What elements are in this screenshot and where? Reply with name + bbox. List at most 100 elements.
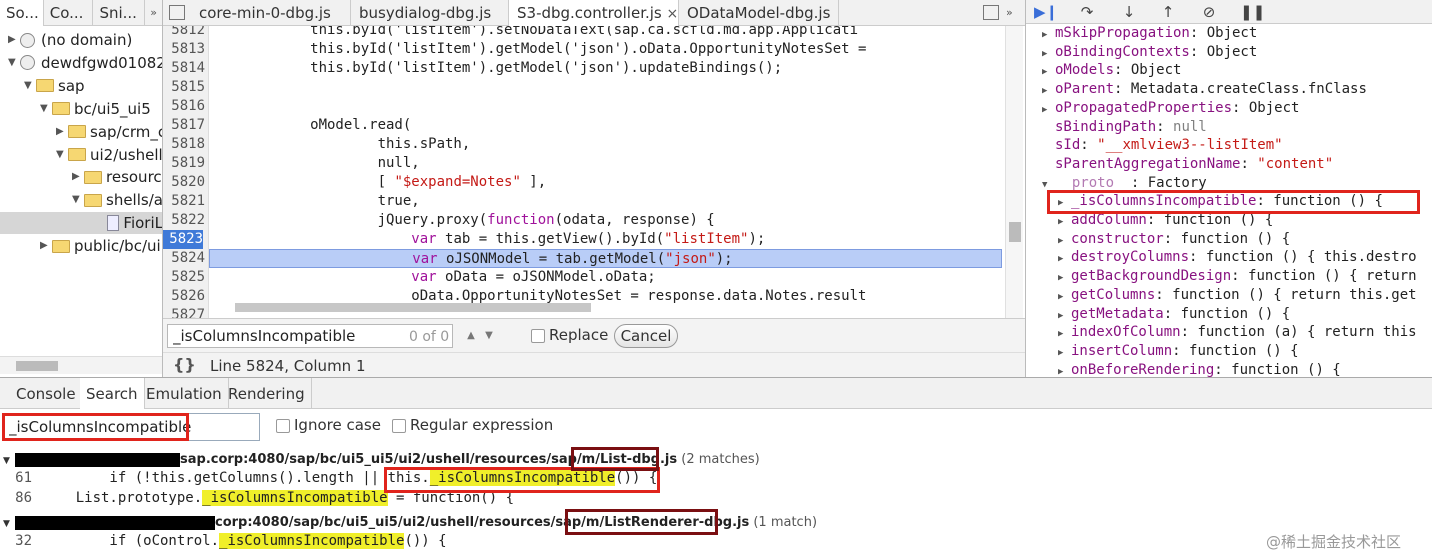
line-number[interactable]: 5823 bbox=[163, 230, 203, 249]
tab-snippets[interactable]: Sni... bbox=[93, 0, 146, 26]
collapsed-arrow-icon[interactable]: ▶ bbox=[8, 29, 20, 51]
line-number[interactable]: 5813 bbox=[163, 40, 205, 59]
line-number[interactable]: 5824 bbox=[163, 249, 205, 268]
tab-sources[interactable]: So... bbox=[0, 0, 44, 26]
result-filename[interactable]: ListRenderer-dbg.js bbox=[604, 515, 749, 530]
tab-busydialog[interactable]: busydialog-dbg.js bbox=[351, 0, 509, 26]
property-row[interactable]: ▶ getBackgroundDesign: function () { retu… bbox=[1058, 267, 1417, 286]
line-number[interactable]: 5825 bbox=[163, 268, 205, 287]
tab-console[interactable]: Console bbox=[10, 378, 83, 410]
line-number[interactable]: 5818 bbox=[163, 135, 205, 154]
property-row[interactable]: ▶ indexOfColumn: function (a) { return th… bbox=[1058, 323, 1417, 342]
scrollbar-thumb[interactable] bbox=[235, 303, 591, 312]
line-number[interactable]: 5826 bbox=[163, 287, 205, 306]
property-row[interactable]: ▶ _isColumnsIncompatible: function () { bbox=[1058, 192, 1383, 211]
expanded-arrow-icon[interactable]: ▼ bbox=[40, 98, 52, 120]
toggle-debugger-icon[interactable] bbox=[983, 5, 999, 20]
tab-core-min[interactable]: core-min-0-dbg.js bbox=[191, 0, 351, 26]
line-number[interactable]: 5817 bbox=[163, 116, 205, 135]
scrollbar-thumb[interactable] bbox=[1009, 222, 1021, 242]
property-row[interactable]: ▼ __proto__: Factory bbox=[1042, 174, 1207, 193]
property-row[interactable]: sBindingPath: null bbox=[1042, 118, 1207, 137]
pause-on-exceptions-icon[interactable]: ❚❚ bbox=[1240, 2, 1265, 22]
regex-checkbox[interactable] bbox=[392, 419, 406, 433]
collapsed-arrow-icon[interactable]: ▶ bbox=[40, 235, 52, 257]
property-row[interactable]: ▶ addColumn: function () { bbox=[1058, 211, 1273, 230]
line-number[interactable]: 5812 bbox=[163, 26, 205, 40]
property-row[interactable]: sId: "__xmlview3--listItem" bbox=[1042, 136, 1283, 155]
search-match-line[interactable]: 61 if (!this.getColumns().length || this… bbox=[0, 469, 1432, 488]
expanded-arrow-icon[interactable]: ▼ bbox=[1042, 176, 1055, 195]
editor-vertical-scrollbar[interactable] bbox=[1005, 26, 1023, 318]
tab-rendering[interactable]: Rendering bbox=[222, 378, 312, 410]
tree-item[interactable]: ▼ bc/ui5_ui5 bbox=[40, 98, 151, 120]
pretty-print-icon[interactable]: {} bbox=[173, 355, 196, 374]
search-result-file[interactable]: ▼ sap.corp:4080/sap/bc/ui5_ui5/ui2/ushell… bbox=[0, 449, 1432, 471]
tab-odatamodel[interactable]: ODataModel-dbg.js bbox=[679, 0, 839, 26]
cancel-button[interactable]: Cancel bbox=[614, 324, 678, 348]
find-previous-icon[interactable]: ▲ bbox=[463, 328, 479, 344]
collapsed-arrow-icon[interactable]: ▶ bbox=[1058, 363, 1071, 377]
search-match-line[interactable]: 86 List.prototype._isColumnsIncompatible… bbox=[0, 489, 1432, 508]
tree-item[interactable]: ▶ resourc bbox=[72, 166, 162, 188]
property-row[interactable]: ▶ constructor: function () { bbox=[1058, 230, 1290, 249]
line-number[interactable]: 5815 bbox=[163, 78, 205, 97]
expanded-arrow-icon[interactable]: ▼ bbox=[8, 52, 20, 74]
search-result-file[interactable]: ▼ corp:4080/sap/bc/ui5_ui5/ui2/ushell/res… bbox=[0, 512, 1432, 534]
code-area[interactable]: this.byId('listItem').setNoDataText(sap.… bbox=[209, 26, 1005, 318]
step-over-icon[interactable]: ↷ bbox=[1076, 2, 1098, 22]
tree-item[interactable]: ▼ shells/a bbox=[72, 189, 162, 211]
line-number[interactable]: 5814 bbox=[163, 59, 205, 78]
expanded-arrow-icon[interactable]: ▼ bbox=[56, 144, 68, 166]
ignore-case-checkbox[interactable] bbox=[276, 419, 290, 433]
find-next-icon[interactable]: ▼ bbox=[481, 328, 497, 344]
resume-icon[interactable]: ▶❙ bbox=[1034, 2, 1058, 22]
tree-item[interactable]: ▶ public/bc/ui bbox=[40, 235, 161, 257]
expanded-arrow-icon[interactable]: ▼ bbox=[24, 75, 36, 97]
expanded-arrow-icon[interactable]: ▼ bbox=[72, 189, 84, 211]
property-row[interactable]: ▶ destroyColumns: function () { this.dest… bbox=[1058, 248, 1417, 267]
property-row[interactable]: ▶ oParent: Metadata.createClass.fnClass bbox=[1042, 80, 1367, 99]
replace-checkbox[interactable] bbox=[531, 329, 545, 343]
step-out-icon[interactable]: ↑ bbox=[1157, 2, 1179, 22]
line-number[interactable]: 5822 bbox=[163, 211, 205, 230]
navigator-horizontal-scrollbar[interactable] bbox=[0, 356, 162, 374]
search-input[interactable] bbox=[2, 413, 260, 441]
tree-item[interactable]: ▼ dewdfgwd01082 bbox=[8, 52, 162, 74]
more-tabs-icon[interactable]: » bbox=[145, 6, 162, 19]
more-files-icon[interactable]: » bbox=[1006, 0, 1013, 26]
property-row[interactable]: ▶ insertColumn: function () { bbox=[1058, 342, 1299, 361]
line-number[interactable]: 5816 bbox=[163, 97, 205, 116]
toggle-navigator-icon[interactable] bbox=[169, 5, 185, 20]
tab-emulation[interactable]: Emulation bbox=[140, 378, 229, 410]
tree-item[interactable]: ▼ sap bbox=[24, 75, 85, 97]
tab-search[interactable]: Search bbox=[80, 378, 145, 410]
property-row[interactable]: sParentAggregationName: "content" bbox=[1042, 155, 1333, 174]
line-number-gutter[interactable]: 5812 5813 5814 5815 5816 5817 5818 5819 5820 5821… bbox=[163, 26, 209, 318]
collapsed-arrow-icon[interactable]: ▶ bbox=[72, 166, 84, 188]
line-number[interactable]: 5820 bbox=[163, 173, 205, 192]
tree-item[interactable]: FioriL bbox=[0, 212, 162, 235]
property-row[interactable]: ▶ getColumns: function () { return this.g… bbox=[1058, 286, 1417, 305]
tree-item[interactable]: ▼ ui2/ushell bbox=[56, 144, 162, 166]
tab-content-scripts[interactable]: Co... bbox=[44, 0, 94, 26]
property-row[interactable]: ▶ oBindingContexts: Object bbox=[1042, 43, 1257, 62]
close-tab-icon[interactable]: × bbox=[667, 6, 678, 22]
property-row[interactable]: ▶ oPropagatedProperties: Object bbox=[1042, 99, 1299, 118]
search-match-line[interactable]: 32 if (oControl._isColumnsIncompatible()… bbox=[0, 532, 1432, 551]
line-number[interactable]: 5821 bbox=[163, 192, 205, 211]
property-row[interactable]: ▶ onBeforeRendering: function () { bbox=[1058, 361, 1341, 377]
tree-item[interactable]: ▶ sap/crm_c bbox=[56, 121, 162, 143]
scrollbar-thumb[interactable] bbox=[16, 361, 58, 371]
result-filename[interactable]: List-dbg.js bbox=[600, 452, 677, 467]
property-row[interactable]: ▶ oModels: Object bbox=[1042, 61, 1181, 80]
step-into-icon[interactable]: ↓ bbox=[1118, 2, 1140, 22]
property-row[interactable]: ▶ getMetadata: function () { bbox=[1058, 305, 1290, 324]
tree-item[interactable]: ▶ (no domain) bbox=[8, 29, 132, 51]
collapsed-arrow-icon[interactable]: ▶ bbox=[56, 121, 68, 143]
deactivate-breakpoints-icon[interactable]: ⊘ bbox=[1198, 2, 1220, 22]
line-number[interactable]: 5827 bbox=[163, 306, 205, 318]
property-row[interactable]: ▶ mSkipPropagation: Object bbox=[1042, 24, 1257, 43]
tab-s3-controller[interactable]: S3-dbg.controller.js × bbox=[509, 0, 679, 26]
editor-horizontal-scrollbar[interactable] bbox=[221, 298, 1001, 314]
